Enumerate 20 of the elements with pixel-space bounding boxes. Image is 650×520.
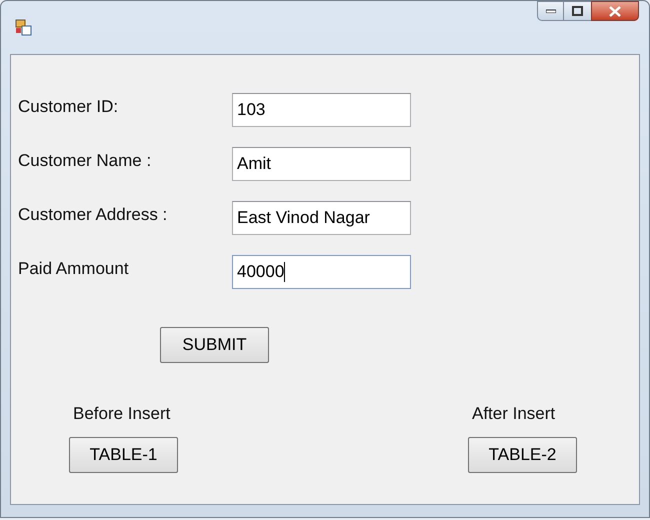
submit-button[interactable]: SUBMIT bbox=[160, 327, 269, 363]
field-label: Paid Ammount bbox=[18, 258, 130, 280]
text-field[interactable]: Amit bbox=[232, 147, 411, 181]
field-label: Customer ID: bbox=[18, 96, 120, 118]
text-field[interactable]: 103 bbox=[232, 93, 411, 127]
table-caption: After Insert bbox=[472, 403, 556, 425]
restore-icon bbox=[572, 6, 583, 16]
text-field[interactable]: East Vinod Nagar bbox=[232, 201, 411, 235]
maximize-button[interactable] bbox=[564, 1, 591, 21]
field-label: Customer Address : bbox=[18, 204, 168, 226]
table-caption: Before Insert bbox=[73, 403, 170, 425]
close-icon bbox=[609, 6, 621, 16]
table-button[interactable]: TABLE-2 bbox=[468, 436, 577, 472]
minimize-icon bbox=[546, 9, 556, 13]
field-label: Customer Name : bbox=[18, 150, 152, 172]
text-field[interactable]: 40000 bbox=[232, 255, 411, 289]
app-icon bbox=[15, 19, 33, 37]
minimize-button[interactable] bbox=[537, 1, 564, 21]
table-button[interactable]: TABLE-1 bbox=[69, 436, 178, 472]
close-button[interactable] bbox=[591, 1, 639, 21]
